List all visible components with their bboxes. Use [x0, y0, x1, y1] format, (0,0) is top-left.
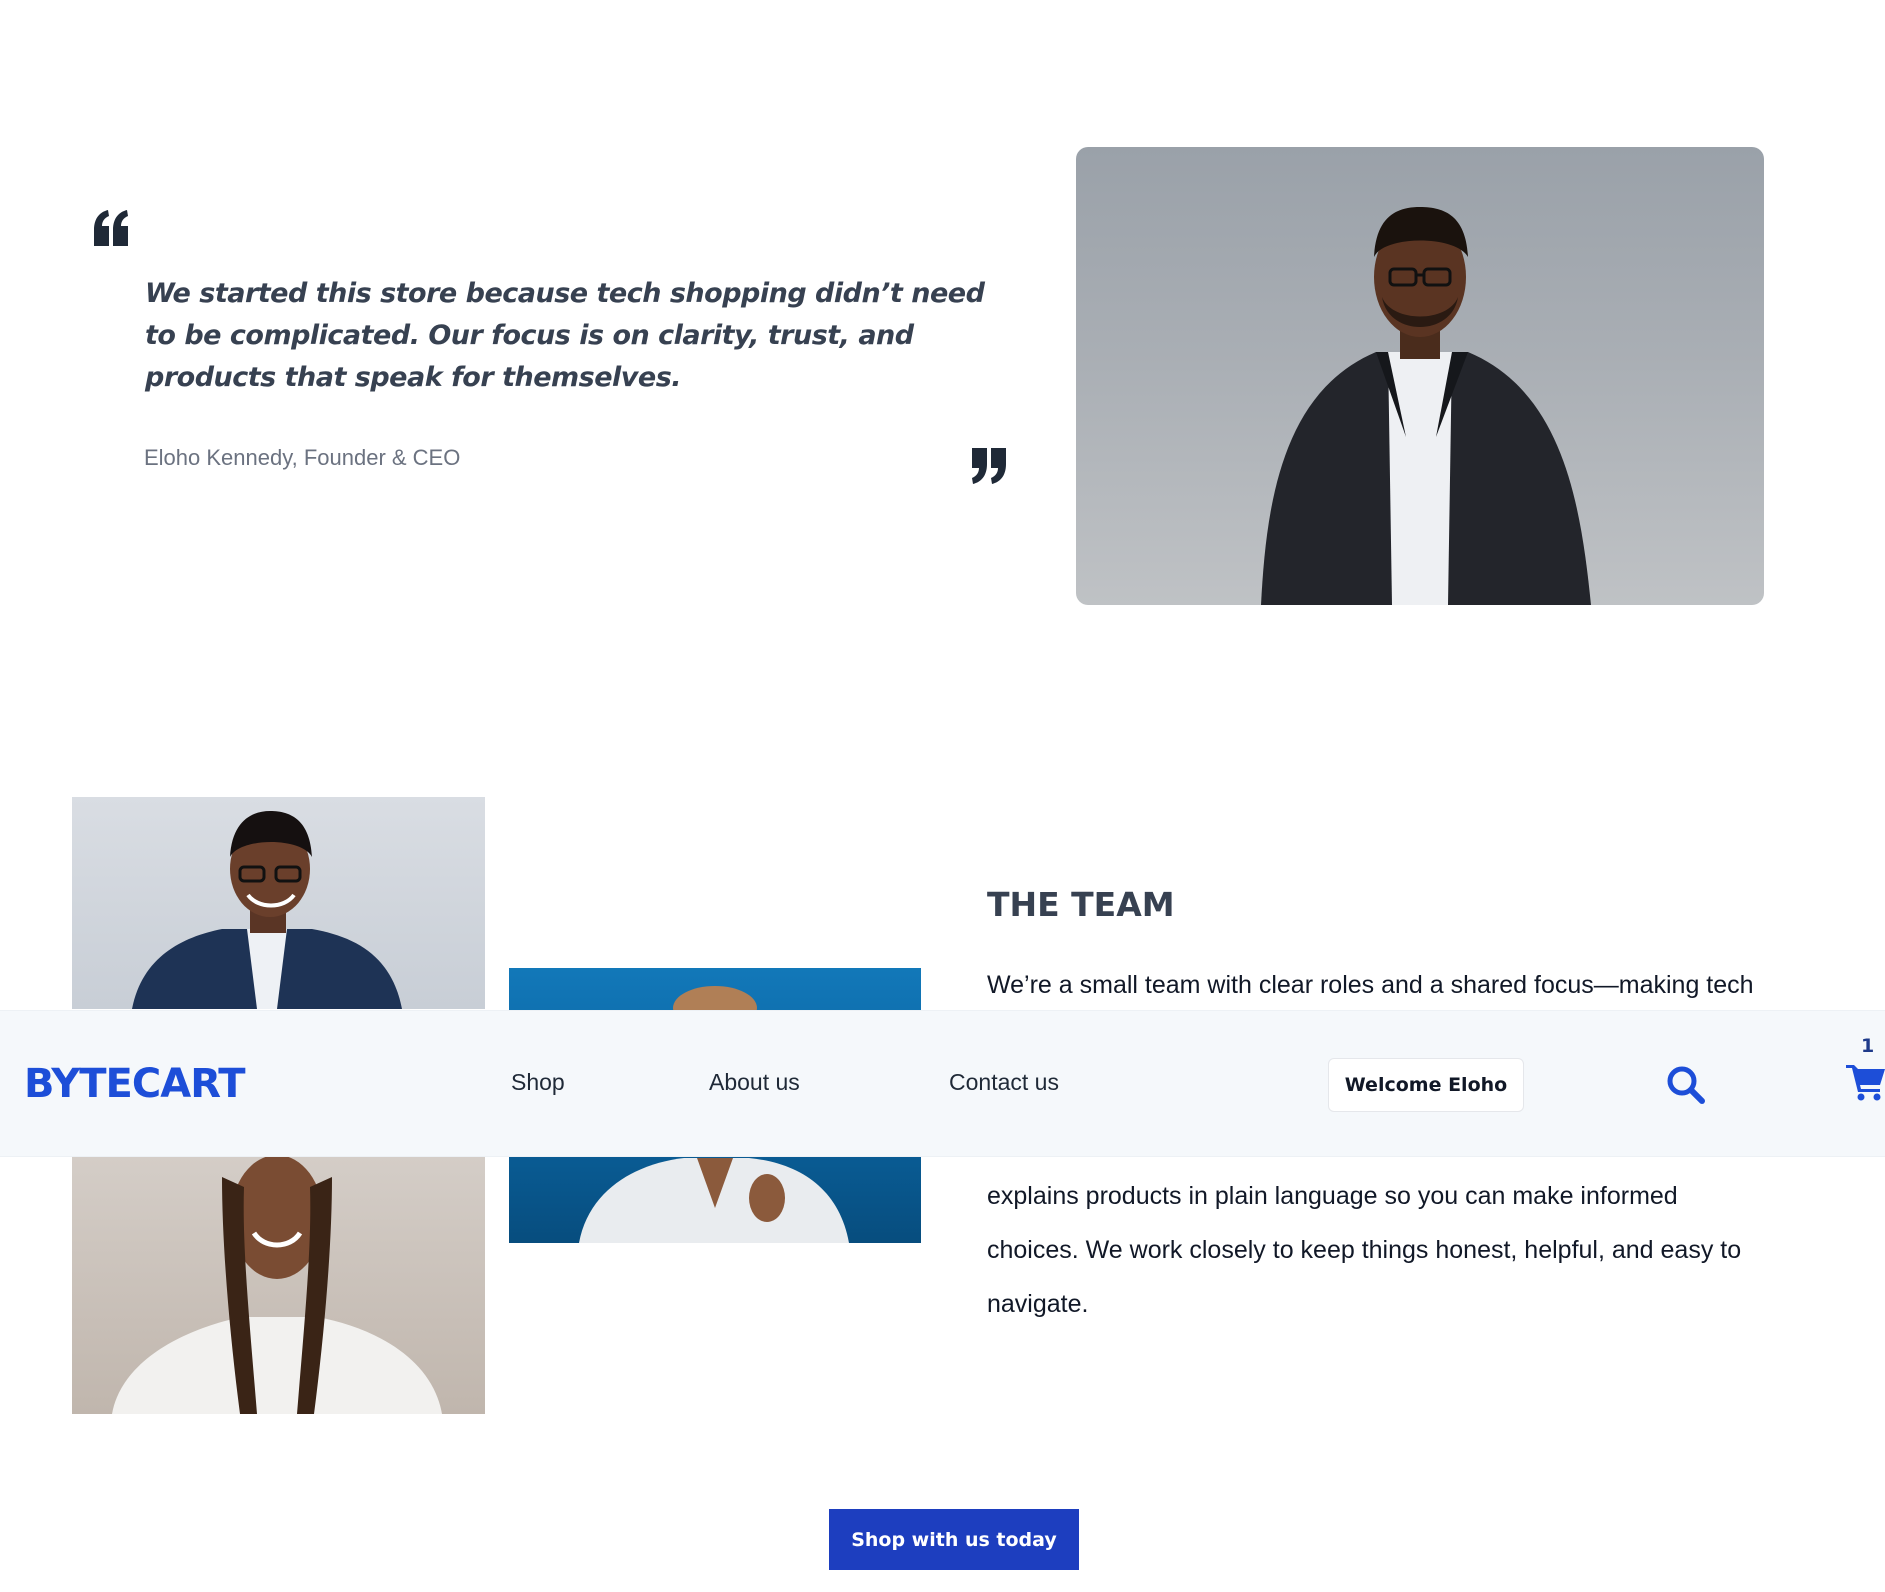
navbar: BYTECART Shop About us Contact us Welcom…	[0, 1010, 1885, 1157]
about-page: We started this store because tech shopp…	[0, 0, 1885, 1592]
cart-icon[interactable]	[1846, 1061, 1885, 1101]
team-photo-woman-braids	[72, 1157, 485, 1414]
nav-link-shop[interactable]: Shop	[511, 1069, 565, 1096]
quote-author: Eloho Kennedy, Founder & CEO	[144, 445, 461, 470]
cart-count-badge: 1	[1861, 1035, 1875, 1057]
team-photo-man	[72, 797, 485, 1009]
founder-quote: We started this store because tech shopp…	[145, 278, 985, 393]
quote-close-icon	[972, 448, 1006, 484]
search-icon[interactable]	[1666, 1065, 1706, 1105]
team-title: THE TEAM	[987, 885, 1175, 924]
quote-open-icon	[94, 210, 128, 246]
nav-link-about[interactable]: About us	[709, 1069, 800, 1096]
welcome-user-button[interactable]: Welcome Eloho	[1328, 1058, 1524, 1112]
team-description-line: choices. We work closely to keep things …	[987, 1236, 1742, 1264]
shop-with-us-button[interactable]: Shop with us today	[829, 1509, 1079, 1570]
team-description-line: We’re a small team with clear roles and …	[987, 971, 1754, 999]
team-description-bottom: explains products in plain language so y…	[987, 1169, 1827, 1331]
team-description-line: explains products in plain language so y…	[987, 1182, 1678, 1210]
brand-logo[interactable]: BYTECART	[24, 1061, 245, 1107]
team-description-top: We’re a small team with clear roles and …	[987, 958, 1827, 1012]
team-description-line: navigate.	[987, 1290, 1089, 1318]
ceo-photo	[1076, 147, 1764, 605]
nav-link-contact[interactable]: Contact us	[949, 1069, 1059, 1096]
